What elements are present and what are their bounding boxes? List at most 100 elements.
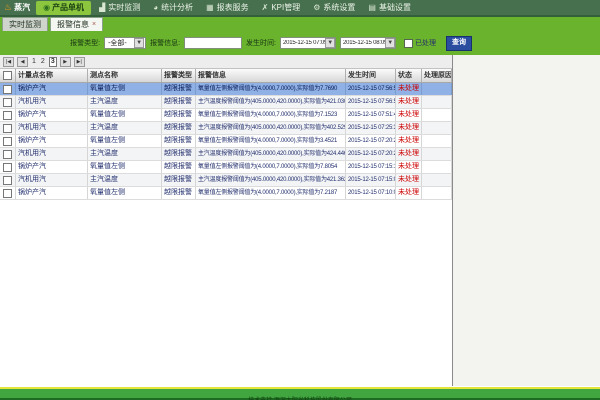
cell-status: 未处理 (396, 96, 422, 108)
chevron-down-icon[interactable]: ▼ (385, 38, 395, 48)
close-icon[interactable]: × (92, 21, 96, 28)
header-cell[interactable]: 测点名称 (88, 69, 162, 82)
row-checkbox[interactable] (3, 176, 12, 185)
tab-alarm-info[interactable]: 报警信息 × (50, 17, 103, 31)
pager-page[interactable]: 1 (31, 58, 37, 65)
cell-alarm-info: 氧量值左侧报警阈值为(4.0000,7.0000),实际值为7.1523 (196, 109, 346, 121)
header-cell[interactable]: 发生时间 (346, 69, 396, 82)
cell-status: 未处理 (396, 148, 422, 160)
cell-status: 未处理 (396, 187, 422, 199)
main-menu: ▟ 实时监测 ◕ 统计分析 ▦ 报表服务 ✗ KPI管理 ⚙ 系统设置 ▤ 基础… (99, 2, 411, 13)
table-row[interactable]: 锅炉产汽 氧量值左侧 越限报警 氧量值左侧报警阈值为(4.0000,7.0000… (0, 187, 452, 200)
search-button[interactable]: 查询 (446, 36, 472, 51)
table-row[interactable]: 汽机用汽 主汽温度 越限报警 主汽温度报警阈值为(405.0000,420.00… (0, 148, 452, 161)
cell-meter-point: 汽机用汽 (16, 174, 88, 186)
cell-meter-point: 锅炉产汽 (16, 135, 88, 147)
menu-item[interactable]: ✗ KPI管理 (262, 2, 301, 13)
row-checkbox-cell (0, 161, 16, 173)
pager-page[interactable]: 2 (40, 58, 46, 65)
tab-label: 报警信息 (57, 18, 89, 31)
row-checkbox[interactable] (3, 111, 12, 120)
row-checkbox[interactable] (3, 163, 12, 172)
cell-reason (422, 109, 452, 121)
table-row[interactable]: 汽机用汽 主汽温度 越限报警 主汽温度报警阈值为(405.0000,420.00… (0, 96, 452, 109)
cell-alarm-info: 氧量值左侧报警阈值为(4.0000,7.0000),实际值为7.2187 (196, 187, 346, 199)
product-button[interactable]: ◉ 产品单机 (36, 1, 91, 15)
cell-alarm-type: 越限报警 (162, 174, 196, 186)
select-all-checkbox[interactable] (3, 71, 12, 80)
alarm-info-input[interactable] (184, 37, 242, 49)
footer-bar: 技术支持:源深大阳光科技股份有限公司 (0, 386, 600, 400)
menu-item-label: 实时监测 (108, 2, 140, 13)
row-checkbox[interactable] (3, 124, 12, 133)
pager-page[interactable]: 3 (49, 57, 57, 67)
cell-reason (422, 96, 452, 108)
table-body: 锅炉产汽 氧量值左侧 越限报警 氧量值左侧报警阈值为(4.0000,7.0000… (0, 83, 452, 386)
pager-last-button[interactable]: ▶| (74, 57, 85, 67)
row-checkbox[interactable] (3, 137, 12, 146)
cell-alarm-info: 氧量值左侧报警阈值为(4.0000,7.0000),实际值为7.8054 (196, 161, 346, 173)
cell-meter-point: 汽机用汽 (16, 122, 88, 134)
cell-alarm-type: 越限报警 (162, 148, 196, 160)
handled-label: 已处理 (415, 38, 436, 48)
table-row[interactable]: 汽机用汽 主汽温度 越限报警 主汽温度报警阈值为(405.0000,420.00… (0, 174, 452, 187)
content-area: |◀ ◀ 123 ▶ ▶| 计量点名称测点名称报警类型报警信息发生时间状态处理原… (0, 55, 600, 386)
cell-sensor: 氧量值左侧 (88, 109, 162, 121)
row-checkbox-cell (0, 96, 16, 108)
header-cell[interactable]: 处理原因 (422, 69, 452, 82)
menu-item[interactable]: ⚙ 系统设置 (313, 2, 355, 13)
product-icon: ◉ (43, 4, 50, 12)
chevron-down-icon[interactable]: ▼ (134, 38, 144, 48)
cell-reason (422, 122, 452, 134)
table-row[interactable]: 汽机用汽 主汽温度 越限报警 主汽温度报警阈值为(405.0000,420.00… (0, 122, 452, 135)
table-row[interactable]: 锅炉产汽 氧量值左侧 越限报警 氧量值左侧报警阈值为(4.0000,7.0000… (0, 109, 452, 122)
menu-item[interactable]: ◕ 统计分析 (153, 2, 193, 13)
row-checkbox-cell (0, 174, 16, 186)
menu-item[interactable]: ▟ 实时监测 (99, 2, 140, 13)
cell-time: 2015-12-15 07:56:53 (346, 96, 396, 108)
table-header: 计量点名称测点名称报警类型报警信息发生时间状态处理原因 (0, 69, 452, 83)
cell-alarm-type: 越限报警 (162, 83, 196, 95)
cell-sensor: 主汽温度 (88, 96, 162, 108)
row-checkbox[interactable] (3, 85, 12, 94)
chevron-down-icon[interactable]: ▼ (325, 38, 335, 48)
cell-meter-point: 锅炉产汽 (16, 83, 88, 95)
pager-prev-button[interactable]: ◀ (17, 57, 28, 67)
table-row[interactable]: 锅炉产汽 氧量值左侧 越限报警 氧量值左侧报警阈值为(4.0000,7.0000… (0, 135, 452, 148)
cell-sensor: 主汽温度 (88, 148, 162, 160)
cell-status: 未处理 (396, 122, 422, 134)
cell-reason (422, 187, 452, 199)
handled-filter: 已处理 (404, 38, 436, 48)
alarm-type-select[interactable]: -全部- ▼ (104, 37, 146, 49)
time-to-input[interactable]: 2015-12-15 08:09 ▼ (340, 37, 396, 49)
table-row[interactable]: 锅炉产汽 氧量值左侧 越限报警 氧量值左侧报警阈值为(4.0000,7.0000… (0, 161, 452, 174)
cell-alarm-info: 主汽温度报警阈值为(405.0000,420.0000),实际值为421.362… (196, 174, 346, 186)
row-checkbox[interactable] (3, 189, 12, 198)
row-checkbox[interactable] (3, 98, 12, 107)
footer-green-bar: 技术支持:源深大阳光科技股份有限公司 (0, 389, 600, 398)
table-row[interactable]: 锅炉产汽 氧量值左侧 越限报警 氧量值左侧报警阈值为(4.0000,7.0000… (0, 83, 452, 96)
logo: ♨ 蒸汽 (0, 2, 36, 13)
header-cell[interactable]: 计量点名称 (16, 69, 88, 82)
cell-time: 2015-12-15 07:10:01 (346, 187, 396, 199)
header-cell[interactable]: 状态 (396, 69, 422, 82)
row-checkbox-cell (0, 83, 16, 95)
time-from-input[interactable]: 2015-12-15 07:09 ▼ (280, 37, 336, 49)
monitor-chart-icon: ▟ (99, 4, 105, 12)
cell-reason (422, 174, 452, 186)
menu-item[interactable]: ▦ 报表服务 (206, 2, 249, 13)
tab-realtime-monitor[interactable]: 实时监测 (2, 17, 48, 31)
pager-first-button[interactable]: |◀ (3, 57, 14, 67)
header-cell[interactable]: 报警类型 (162, 69, 196, 82)
cell-time: 2015-12-15 07:15:14 (346, 161, 396, 173)
header-cell[interactable]: 报警信息 (196, 69, 346, 82)
pager-next-button[interactable]: ▶ (60, 57, 71, 67)
time-from-value: 2015-12-15 07:09 (283, 40, 325, 46)
cell-reason (422, 148, 452, 160)
handled-checkbox[interactable] (404, 39, 413, 48)
row-checkbox[interactable] (3, 150, 12, 159)
menu-item[interactable]: ▤ 基础设置 (368, 2, 411, 13)
cell-reason (422, 135, 452, 147)
cell-reason (422, 161, 452, 173)
cell-reason (422, 83, 452, 95)
